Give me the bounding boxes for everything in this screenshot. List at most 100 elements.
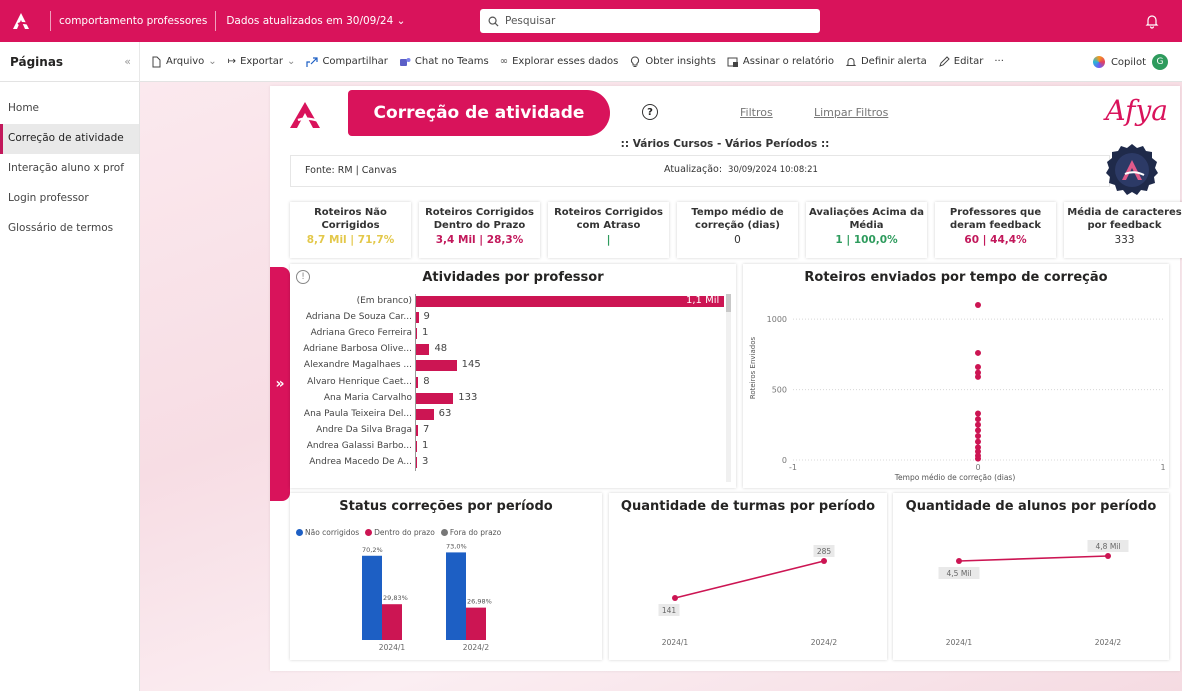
bar[interactable] xyxy=(416,392,454,404)
teams-chat-button[interactable]: Chat no Teams xyxy=(399,56,489,68)
bar[interactable] xyxy=(416,344,430,356)
expand-panel-button[interactable]: » xyxy=(270,267,290,501)
subscribe-button[interactable]: Assinar o relatório xyxy=(727,56,834,68)
data-label: 70,2% xyxy=(362,546,383,554)
data-points xyxy=(975,302,981,462)
sidebar-item-correcao[interactable]: Correção de atividade xyxy=(0,124,139,154)
share-button[interactable]: Compartilhar xyxy=(306,56,388,68)
data-label: 4,8 Mil xyxy=(1096,542,1121,551)
bar[interactable] xyxy=(416,296,724,307)
divider xyxy=(215,11,217,31)
copilot-button[interactable]: Copilot G xyxy=(1092,54,1168,70)
scrollbar-thumb[interactable] xyxy=(726,294,731,312)
bar-row[interactable]: Alexandre Magalhaes ... 145 xyxy=(290,358,730,372)
bar[interactable] xyxy=(416,408,434,420)
page-title: Correção de atividade xyxy=(348,90,610,136)
help-icon[interactable]: ? xyxy=(642,104,658,120)
bar-row[interactable]: Adriana Greco Ferreira 1 xyxy=(290,326,730,340)
share-label: Compartilhar xyxy=(322,56,388,67)
kpi-title: Média de caracteres por feedback xyxy=(1067,207,1182,231)
bar-row[interactable]: Ana Paula Teixeira Del... 63 xyxy=(290,407,730,421)
scatter-chart: 05001000-1 0 1 Tempo médio de correção (di… xyxy=(749,302,1166,482)
data-label: 9 xyxy=(423,311,430,323)
afya-seal-icon xyxy=(1106,144,1158,195)
bar-row[interactable]: Andrea Macedo De A... 3 xyxy=(290,455,730,469)
sidebar-item-glossario[interactable]: Glossário de termos xyxy=(0,214,139,244)
bar-row[interactable]: (Em branco) 1,1 Mil xyxy=(290,294,730,308)
afya-logo-icon xyxy=(290,102,320,128)
file-label: Arquivo xyxy=(166,56,205,67)
tick-label: 1000 xyxy=(767,315,787,324)
bar[interactable] xyxy=(416,440,417,452)
bar-row[interactable]: Andrea Galassi Barbo... 1 xyxy=(290,439,730,453)
insights-button[interactable]: Obter insights xyxy=(629,55,716,68)
data-point xyxy=(975,416,981,423)
afya-logo-icon[interactable] xyxy=(0,0,42,42)
chevron-down-icon: ⌄ xyxy=(208,56,217,67)
bar[interactable] xyxy=(416,360,457,372)
bar[interactable] xyxy=(416,312,419,324)
bell-icon[interactable] xyxy=(1144,13,1160,29)
bar-row[interactable]: Alvaro Henrique Caet... 8 xyxy=(290,375,730,389)
bar-row[interactable]: Ana Maria Carvalho 133 xyxy=(290,391,730,405)
kpi-card[interactable]: Roteiros Corrigidos com Atraso | xyxy=(548,202,669,258)
category-label: Andre Da Silva Braga xyxy=(316,424,412,435)
data-label: 29,83% xyxy=(383,594,408,602)
report-name[interactable]: comportamento professores xyxy=(59,15,207,27)
bar[interactable] xyxy=(416,328,417,340)
kpi-card[interactable]: Roteiros Não Corrigidos 8,7 Mil | 71,7% xyxy=(290,202,411,258)
kpi-card[interactable]: Avaliações Acima da Média 1 | 100,0% xyxy=(806,202,927,258)
export-label: Exportar xyxy=(240,56,284,67)
data-point xyxy=(975,433,981,440)
bar[interactable] xyxy=(416,424,418,436)
sidebar-item-login[interactable]: Login professor xyxy=(0,184,139,214)
filters-link[interactable]: Filtros xyxy=(740,106,773,119)
data-label: 63 xyxy=(438,407,452,419)
bar-row[interactable]: Adriane Barbosa Olive... 48 xyxy=(290,342,730,356)
tick-labels: 05001000-1 0 1 xyxy=(767,315,1166,472)
alert-button[interactable]: Definir alerta xyxy=(845,56,927,68)
edit-button[interactable]: Editar xyxy=(938,55,984,68)
kpi-card[interactable]: Tempo médio de correção (dias) 0 xyxy=(677,202,798,258)
updated-dropdown[interactable]: Dados atualizados em 30/09/24 ⌄ xyxy=(226,15,405,27)
file-icon xyxy=(152,56,161,67)
bell-icon xyxy=(845,57,857,66)
bar[interactable] xyxy=(416,376,419,388)
more-button[interactable]: ··· xyxy=(994,56,1004,67)
search-input[interactable]: Pesquisar xyxy=(480,9,820,33)
explore-label: Explorar esses dados xyxy=(512,56,619,67)
kpi-value: 0 xyxy=(734,234,741,246)
tick-label: 2024/2 xyxy=(1095,638,1122,647)
collapse-icon[interactable]: « xyxy=(124,55,131,68)
chevron-down-icon: ⌄ xyxy=(287,56,296,67)
subscribe-label: Assinar o relatório xyxy=(742,56,834,67)
kpi-value: 1 | 100,0% xyxy=(835,234,898,246)
tick-label: 1 xyxy=(1160,463,1165,472)
share-icon xyxy=(306,56,319,67)
sidebar-item-interacao[interactable]: Interação aluno x prof xyxy=(0,154,139,184)
data-point xyxy=(975,302,981,309)
edit-label: Editar xyxy=(953,56,984,67)
kpi-title: Avaliações Acima da Média xyxy=(809,207,924,231)
explore-data-button[interactable]: ∞ Explorar esses dados xyxy=(500,56,619,67)
column-chart: 70,2% 29,83% 2024/1 73,0% 26,98% 2024/2 xyxy=(362,542,492,652)
kpi-card[interactable]: Roteiros Corrigidos Dentro do Prazo 3,4 M… xyxy=(419,202,540,258)
bar-chart: (Em branco) 1,1 Mil Adriana De Souza Car..… xyxy=(290,264,736,488)
export-menu[interactable]: ↦ Exportar ⌄ xyxy=(228,56,296,67)
file-menu[interactable]: Arquivo ⌄ xyxy=(150,56,217,68)
clear-filters-link[interactable]: Limpar Filtros xyxy=(814,106,888,119)
info-row: Fonte: RM | Canvas Atualização: 30/09/202… xyxy=(290,155,1110,187)
bar[interactable] xyxy=(416,457,417,468)
column-bar xyxy=(362,555,382,640)
avatar[interactable]: G xyxy=(1152,54,1168,70)
bar-row[interactable]: Adriana De Souza Car... 9 xyxy=(290,310,730,324)
kpi-card[interactable]: Média de caracteres por feedback 333 xyxy=(1064,202,1182,258)
bar-row[interactable]: Andre Da Silva Braga 7 xyxy=(290,423,730,437)
sidebar-item-home[interactable]: Home xyxy=(0,94,139,124)
kpi-card[interactable]: Professores que deram feedback 60 | 44,4% xyxy=(935,202,1056,258)
status-chart-panel: Status correções por período Não corrigi… xyxy=(290,493,602,660)
tick-label: 2024/1 xyxy=(946,638,973,647)
chevron-down-icon: ⌄ xyxy=(396,15,406,27)
scrollbar[interactable] xyxy=(726,294,731,482)
data-label: 1 xyxy=(422,439,429,451)
